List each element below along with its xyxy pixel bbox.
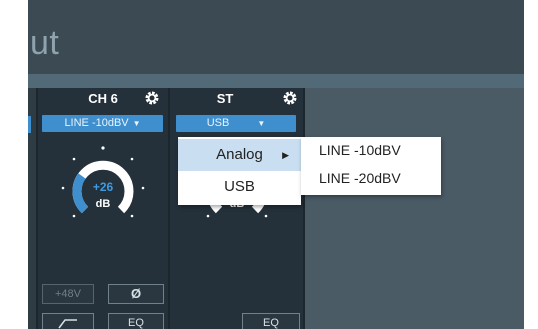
input-select-value: LINE -10dBV xyxy=(64,117,129,129)
dropdown-caret-icon: ▼ xyxy=(132,119,141,128)
dropdown-caret-icon: ▼ xyxy=(257,119,266,128)
eq-button[interactable]: EQ xyxy=(108,313,164,329)
gain-value: +26 xyxy=(92,180,114,194)
channel-divider xyxy=(303,88,305,329)
analog-submenu: LINE -10dBV LINE -20dBV xyxy=(301,137,441,195)
channel-panel: CH 6 LINE -10dBV ▼ +26 dB +48V Ø EQ ST U… xyxy=(28,88,524,329)
menu-item-usb[interactable]: USB xyxy=(178,171,301,203)
menu-item-label: USB xyxy=(224,178,255,195)
channel-header: CH 6 xyxy=(38,88,168,110)
input-select-value: USB xyxy=(206,117,230,129)
channel-strip-ch6: CH 6 LINE -10dBV ▼ +26 dB +48V Ø EQ xyxy=(38,88,168,329)
previous-channel-input-select[interactable] xyxy=(28,116,31,133)
gain-knob[interactable]: +26 dB xyxy=(58,142,148,232)
gear-icon[interactable] xyxy=(282,90,298,106)
menu-item-analog[interactable]: Analog ▶ xyxy=(178,139,301,171)
high-pass-filter-button[interactable] xyxy=(42,313,94,329)
input-source-menu: Analog ▶ USB xyxy=(178,137,301,205)
input-select-dropdown[interactable]: USB ▼ xyxy=(176,115,296,132)
header-stripe xyxy=(28,74,524,88)
phase-invert-button[interactable]: Ø xyxy=(108,284,164,304)
gear-icon[interactable] xyxy=(144,90,160,106)
input-select-dropdown[interactable]: LINE -10dBV ▼ xyxy=(42,115,163,132)
channel-header: ST xyxy=(170,88,303,110)
gain-unit: dB xyxy=(95,198,111,210)
phantom-power-button[interactable]: +48V xyxy=(42,284,94,304)
app-window: ut CH 6 LINE -10dBV ▼ +26 dB +48V Ø EQ S… xyxy=(0,0,538,329)
eq-button[interactable]: EQ xyxy=(242,313,300,329)
channel-strip-st: ST USB ▼ EQ xyxy=(170,88,303,329)
title-bar: ut xyxy=(28,0,524,74)
hpf-icon xyxy=(58,319,77,329)
window-title: ut xyxy=(30,24,60,62)
submenu-item-line-20dbv[interactable]: LINE -20dBV xyxy=(319,170,401,186)
submenu-item-line-10dbv[interactable]: LINE -10dBV xyxy=(319,142,401,158)
channel-label: ST xyxy=(216,91,234,106)
submenu-arrow-icon: ▶ xyxy=(282,150,289,160)
menu-item-label: Analog xyxy=(216,146,263,163)
empty-area xyxy=(305,88,524,329)
